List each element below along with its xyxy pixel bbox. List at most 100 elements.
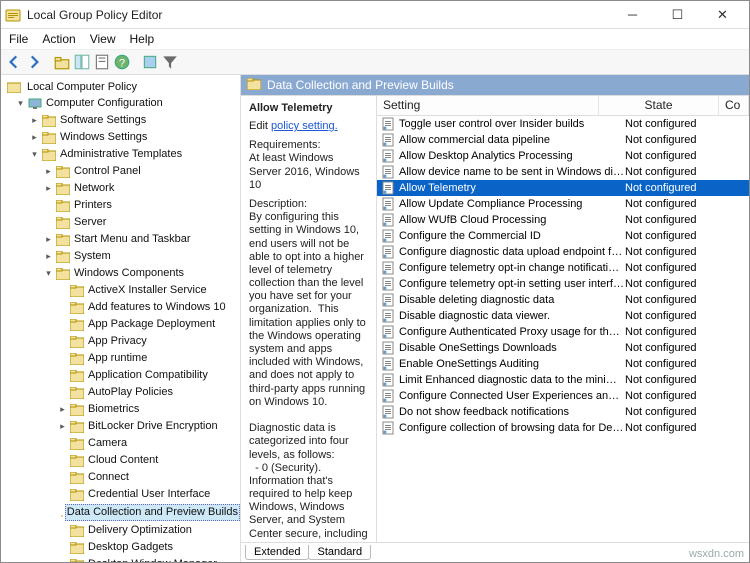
- tree-node[interactable]: ▸Windows Settings: [1, 129, 240, 146]
- setting-row[interactable]: Disable diagnostic data viewer.Not confi…: [377, 308, 749, 324]
- filter-icon[interactable]: [161, 53, 179, 71]
- setting-row[interactable]: Allow Update Compliance ProcessingNot co…: [377, 196, 749, 212]
- tree-node[interactable]: Connect: [1, 469, 240, 486]
- tab-standard[interactable]: Standard: [308, 545, 371, 560]
- tree-node[interactable]: Server: [1, 214, 240, 231]
- menu-view[interactable]: View: [90, 32, 116, 46]
- col-state[interactable]: State: [599, 96, 719, 115]
- tree-node[interactable]: App runtime: [1, 350, 240, 367]
- col-setting[interactable]: Setting: [377, 96, 599, 115]
- expand-icon[interactable]: ▸: [43, 183, 54, 194]
- close-button[interactable]: ✕: [700, 2, 745, 28]
- edit-policy-link[interactable]: policy setting.: [271, 120, 338, 132]
- tree-computer-config[interactable]: ▾ Computer Configuration: [1, 95, 240, 112]
- back-icon[interactable]: [5, 53, 23, 71]
- expand-icon[interactable]: [57, 455, 68, 466]
- forward-icon[interactable]: [25, 53, 43, 71]
- setting-row[interactable]: Configure the Commercial IDNot configure…: [377, 228, 749, 244]
- expand-icon[interactable]: [57, 472, 68, 483]
- tab-extended[interactable]: Extended: [245, 545, 309, 560]
- expand-icon[interactable]: [57, 370, 68, 381]
- expand-icon[interactable]: [57, 285, 68, 296]
- tree-node[interactable]: ActiveX Installer Service: [1, 282, 240, 299]
- setting-row[interactable]: Allow WUfB Cloud ProcessingNot configure…: [377, 212, 749, 228]
- show-hide-tree-icon[interactable]: [73, 53, 91, 71]
- menu-file[interactable]: File: [9, 32, 28, 46]
- tree-node[interactable]: ▾Windows Components: [1, 265, 240, 282]
- properties-icon[interactable]: [93, 53, 111, 71]
- expand-icon[interactable]: [57, 507, 59, 518]
- tree-node[interactable]: ▸Desktop Window Manager: [1, 556, 240, 562]
- expand-icon[interactable]: ▸: [43, 234, 54, 245]
- setting-row[interactable]: Configure diagnostic data upload endpoin…: [377, 244, 749, 260]
- tree-node[interactable]: Application Compatibility: [1, 367, 240, 384]
- expand-icon[interactable]: [57, 319, 68, 330]
- expand-icon[interactable]: ▾: [43, 268, 54, 279]
- tree-node[interactable]: ▸BitLocker Drive Encryption: [1, 418, 240, 435]
- tree-node[interactable]: Delivery Optimization: [1, 522, 240, 539]
- expand-icon[interactable]: ▸: [43, 166, 54, 177]
- expand-icon[interactable]: [57, 387, 68, 398]
- tree-node[interactable]: ▸Network: [1, 180, 240, 197]
- tree-pane[interactable]: Local Computer Policy ▾ Computer Configu…: [1, 75, 241, 562]
- setting-row[interactable]: Do not show feedback notificationsNot co…: [377, 404, 749, 420]
- setting-row[interactable]: Configure telemetry opt-in setting user …: [377, 276, 749, 292]
- expand-icon[interactable]: [57, 542, 68, 553]
- expand-icon[interactable]: ▸: [29, 115, 40, 126]
- expand-icon[interactable]: ▾: [29, 149, 40, 160]
- expand-icon[interactable]: [57, 336, 68, 347]
- tree-node[interactable]: App Privacy: [1, 333, 240, 350]
- tree-node[interactable]: Credential User Interface: [1, 486, 240, 503]
- tree-root[interactable]: Local Computer Policy: [1, 79, 240, 95]
- setting-row[interactable]: Allow Desktop Analytics ProcessingNot co…: [377, 148, 749, 164]
- tree-node[interactable]: ▾Administrative Templates: [1, 146, 240, 163]
- minimize-button[interactable]: ─: [610, 2, 655, 28]
- setting-row[interactable]: Disable deleting diagnostic dataNot conf…: [377, 292, 749, 308]
- menu-help[interactable]: Help: [130, 32, 155, 46]
- setting-row[interactable]: Allow device name to be sent in Windows …: [377, 164, 749, 180]
- menu-action[interactable]: Action: [42, 32, 75, 46]
- expand-icon[interactable]: [43, 217, 54, 228]
- tree-node[interactable]: Cloud Content: [1, 452, 240, 469]
- tree-node[interactable]: ▸Start Menu and Taskbar: [1, 231, 240, 248]
- expand-icon[interactable]: [57, 438, 68, 449]
- setting-row[interactable]: Configure Authenticated Proxy usage for …: [377, 324, 749, 340]
- setting-row[interactable]: Limit Enhanced diagnostic data to the mi…: [377, 372, 749, 388]
- setting-row[interactable]: Enable OneSettings AuditingNot configure…: [377, 356, 749, 372]
- expand-icon[interactable]: ▸: [29, 132, 40, 143]
- setting-row[interactable]: Configure telemetry opt-in change notifi…: [377, 260, 749, 276]
- setting-row[interactable]: Allow TelemetryNot configured: [377, 180, 749, 196]
- tree-node[interactable]: ▸Control Panel: [1, 163, 240, 180]
- expand-icon[interactable]: [57, 302, 68, 313]
- setting-row[interactable]: Disable OneSettings DownloadsNot configu…: [377, 340, 749, 356]
- tree-node[interactable]: Camera: [1, 435, 240, 452]
- setting-row[interactable]: Toggle user control over Insider buildsN…: [377, 116, 749, 132]
- maximize-button[interactable]: ☐: [655, 2, 700, 28]
- col-co[interactable]: Co: [719, 96, 749, 115]
- collapse-icon[interactable]: ▾: [15, 98, 26, 109]
- expand-icon[interactable]: [57, 525, 68, 536]
- tree-node[interactable]: AutoPlay Policies: [1, 384, 240, 401]
- expand-icon[interactable]: [57, 489, 68, 500]
- expand-icon[interactable]: [57, 353, 68, 364]
- setting-row[interactable]: Configure collection of browsing data fo…: [377, 420, 749, 436]
- expand-icon[interactable]: ▸: [57, 421, 68, 432]
- tree-node[interactable]: Data Collection and Preview Builds: [1, 503, 240, 522]
- tree-node[interactable]: Desktop Gadgets: [1, 539, 240, 556]
- setting-icon: [381, 149, 395, 163]
- expand-icon[interactable]: [43, 200, 54, 211]
- tree-node[interactable]: ▸Software Settings: [1, 112, 240, 129]
- help-icon[interactable]: ?: [113, 53, 131, 71]
- export-icon[interactable]: [141, 53, 159, 71]
- setting-row[interactable]: Allow commercial data pipelineNot config…: [377, 132, 749, 148]
- expand-icon[interactable]: ▸: [57, 559, 68, 562]
- tree-node[interactable]: Add features to Windows 10: [1, 299, 240, 316]
- expand-icon[interactable]: ▸: [57, 404, 68, 415]
- tree-node[interactable]: App Package Deployment: [1, 316, 240, 333]
- tree-node[interactable]: ▸System: [1, 248, 240, 265]
- setting-row[interactable]: Configure Connected User Experiences and…: [377, 388, 749, 404]
- tree-node[interactable]: Printers: [1, 197, 240, 214]
- tree-node[interactable]: ▸Biometrics: [1, 401, 240, 418]
- up-icon[interactable]: [53, 53, 71, 71]
- expand-icon[interactable]: ▸: [43, 251, 54, 262]
